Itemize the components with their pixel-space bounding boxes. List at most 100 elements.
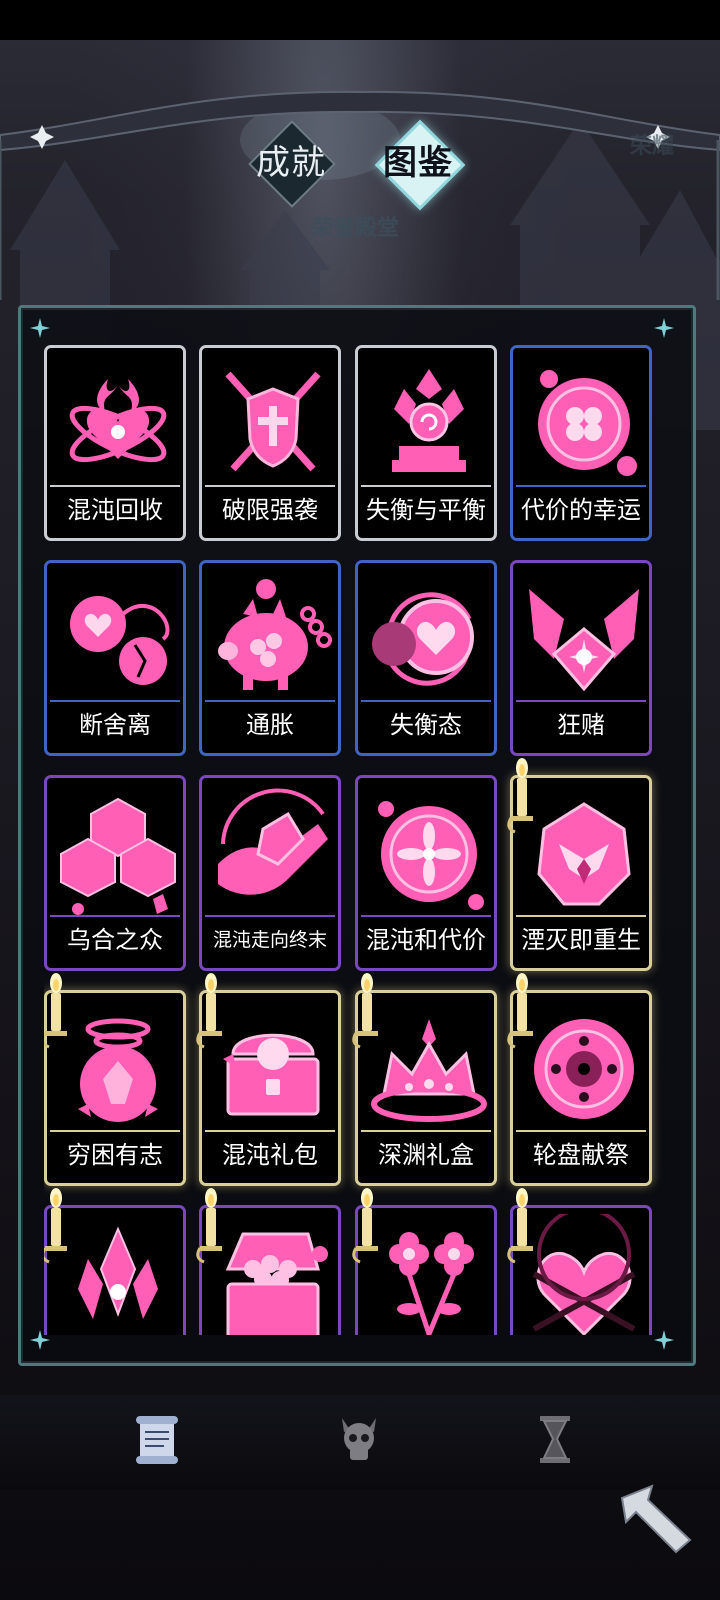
heart-coin-swirl-icon [372, 592, 474, 686]
card-name: 混沌回收 [67, 496, 163, 524]
card-name: 深渊礼盒 [378, 1141, 474, 1169]
codex-card[interactable]: 代价的幸运 [510, 345, 652, 541]
card-name-bar: 断舍离 [50, 700, 180, 750]
card-name: 代价的幸运 [521, 496, 641, 524]
nav-skull-button[interactable] [334, 1412, 384, 1467]
dice-cluster-icon [60, 797, 176, 915]
codex-card[interactable]: 断舍离 [44, 560, 186, 756]
broken-heart-orbs-icon [70, 596, 170, 685]
card-name-bar: 混沌走向终末 [205, 915, 335, 965]
card-name-bar: 乌合之众 [50, 915, 180, 965]
crystal-cluster-icon [78, 1226, 158, 1319]
codex-card[interactable]: 混沌和代价 [355, 775, 497, 971]
crystal-altar-icon [392, 369, 466, 472]
card-name-bar: 轮盘献祭 [516, 1130, 646, 1180]
corner-star-icon [654, 318, 674, 338]
card-name-bar: 混沌回收 [50, 485, 180, 535]
crown-icon [371, 1019, 487, 1122]
card-name: 失衡态 [390, 711, 462, 739]
candle-icon [44, 973, 71, 1053]
codex-card[interactable]: 失衡态 [355, 560, 497, 756]
vortex-gem-icon [78, 1018, 158, 1122]
card-name-bar: 狂赌 [516, 700, 646, 750]
candle-icon [44, 1188, 71, 1268]
nav-hourglass-button[interactable] [530, 1412, 580, 1467]
clover-coin-icon [538, 370, 637, 476]
hall-of-honor-label: 荣誉殿堂 [310, 216, 399, 241]
codex-card[interactable]: 深渊礼盒 [352, 973, 497, 1186]
card-name-bar: 失衡态 [361, 700, 491, 750]
scroll-icon [136, 1416, 178, 1464]
card-name-bar: 失衡与平衡 [361, 485, 491, 535]
candle-icon [507, 1188, 537, 1268]
codex-card-grid[interactable]: 混沌回收 破限强袭 失衡与平衡 代价的幸运 断舍离 通胀 失衡态 狂赌 乌合之众 混沌走向终末 混沌… [44, 345, 664, 1335]
card-name-bar: 混沌礼包 [205, 1130, 335, 1180]
card-name: 穷困有志 [67, 1141, 163, 1169]
mandala-disc-icon [378, 801, 484, 910]
hourglass-icon [540, 1416, 570, 1463]
card-name: 湮灭即重生 [521, 926, 641, 954]
card-name: 狂赌 [557, 711, 605, 739]
nav-scroll-button[interactable] [132, 1412, 182, 1467]
codex-card[interactable]: 穷困有志 [44, 973, 186, 1186]
card-name: 混沌礼包 [222, 1141, 318, 1169]
codex-card[interactable]: 混沌走向终末 [199, 775, 341, 971]
piggy-bank-chain-icon [218, 579, 332, 690]
codex-card[interactable]: 轮盘献祭 [507, 973, 652, 1186]
card-name: 通胀 [246, 711, 294, 739]
codex-card[interactable] [196, 1188, 341, 1335]
candle-icon [507, 758, 537, 838]
card-name: 失衡与平衡 [366, 496, 486, 524]
candle-icon [352, 1188, 382, 1268]
card-name-bar: 穷困有志 [50, 1130, 180, 1180]
card-name-bar: 湮灭即重生 [516, 915, 646, 965]
codex-card[interactable]: 通胀 [199, 560, 341, 756]
card-name: 破限强袭 [222, 496, 318, 524]
card-name-bar: 混沌和代价 [361, 915, 491, 965]
card-name-bar: 深渊礼盒 [361, 1130, 491, 1180]
flowers-icon [389, 1232, 474, 1335]
status-bar-area [0, 0, 720, 40]
tab-achievement-label: 成就 [256, 143, 326, 183]
roulette-icon [534, 1019, 634, 1119]
side-label: 荣耀 [630, 134, 675, 159]
tab-codex-label: 图鉴 [383, 143, 453, 183]
candle-icon [507, 973, 537, 1053]
codex-card[interactable]: 乌合之众 [44, 775, 186, 971]
flaming-heart-orbit-icon [69, 379, 167, 463]
codex-card[interactable] [44, 1188, 186, 1335]
treasure-chest-icon [223, 1033, 320, 1116]
open-chest-icon [225, 1232, 328, 1335]
tab-codex[interactable]: 图鉴 [363, 119, 473, 211]
hands-heart-gem-icon [529, 589, 639, 692]
corner-star-icon [30, 318, 50, 338]
card-name: 断舍离 [79, 711, 151, 739]
codex-card[interactable] [507, 1188, 652, 1335]
codex-card[interactable]: 破限强袭 [199, 345, 341, 541]
back-arrow-icon [620, 1484, 692, 1554]
phoenix-gem-icon [537, 802, 631, 906]
codex-card[interactable]: 混沌礼包 [196, 973, 341, 1186]
hand-crystal-icon [218, 788, 328, 895]
codex-card[interactable]: 混沌回收 [44, 345, 186, 541]
codex-card[interactable] [352, 1188, 497, 1335]
candle-icon [196, 973, 226, 1053]
card-name: 混沌走向终末 [212, 929, 327, 951]
card-name: 轮盘献祭 [533, 1141, 629, 1169]
card-name-bar: 代价的幸运 [516, 485, 646, 535]
chained-heart-icon [532, 1214, 636, 1335]
card-name: 乌合之众 [67, 926, 163, 954]
ornate-frame-top [0, 90, 720, 300]
candle-icon [352, 973, 382, 1053]
tab-achievement[interactable]: 成就 [236, 120, 346, 208]
card-name: 混沌和代价 [366, 926, 486, 954]
codex-card[interactable]: 狂赌 [510, 560, 652, 756]
codex-card[interactable]: 失衡与平衡 [355, 345, 497, 541]
card-name-bar: 破限强袭 [205, 485, 335, 535]
codex-card[interactable]: 湮灭即重生 [507, 758, 652, 971]
candle-icon [196, 1188, 226, 1268]
card-name-bar: 通胀 [205, 700, 335, 750]
skull-icon [342, 1418, 376, 1460]
back-button[interactable] [612, 1478, 702, 1558]
shield-crossed-swords-icon [225, 371, 321, 472]
